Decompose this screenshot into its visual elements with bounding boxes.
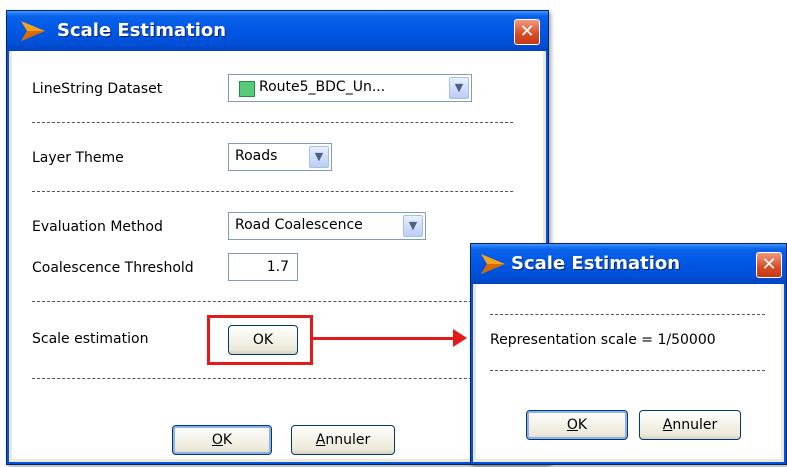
- result-ok-mnemonic: O: [566, 417, 578, 433]
- linestring-dataset-select[interactable]: Route5_BDC_Un... ▼: [228, 74, 472, 102]
- linestring-dataset-value: Route5_BDC_Un...: [259, 79, 386, 95]
- ok-button-mnemonic: O: [211, 432, 223, 448]
- layer-theme-value: Roads: [235, 148, 278, 164]
- highlight-box: [207, 315, 313, 365]
- coalescence-threshold-label: Coalescence Threshold: [32, 260, 194, 276]
- separator-3: [32, 301, 492, 302]
- separator-2: [32, 191, 513, 192]
- cancel-button[interactable]: Annuler: [291, 425, 395, 455]
- representation-scale-text: Representation scale = 1/50000: [490, 332, 716, 348]
- close-icon[interactable]: ✕: [756, 252, 782, 278]
- close-icon[interactable]: ✕: [514, 19, 540, 45]
- result-separator-bottom: [490, 370, 765, 371]
- layer-theme-select[interactable]: Roads ▼: [228, 143, 332, 171]
- cancel-button-label: nnuler: [325, 432, 371, 448]
- highlight-arrow-head: [453, 329, 467, 347]
- dialog-title: Scale Estimation: [57, 20, 227, 41]
- result-dialog-title: Scale Estimation: [511, 253, 681, 274]
- chevron-down-icon[interactable]: ▼: [403, 215, 423, 237]
- result-ok-label: K: [577, 417, 588, 433]
- evaluation-method-label: Evaluation Method: [32, 219, 163, 235]
- ok-button-label: K: [222, 432, 233, 448]
- cancel-button-mnemonic: A: [315, 432, 326, 448]
- chevron-down-icon[interactable]: ▼: [309, 146, 329, 168]
- highlight-arrow-line: [310, 337, 455, 340]
- scale-estimation-dialog: Scale Estimation ✕ LineString Dataset Ro…: [6, 10, 549, 465]
- scale-result-dialog: Scale Estimation ✕ Representation scale …: [470, 243, 787, 465]
- app-logo-icon: [21, 21, 45, 41]
- dataset-color-swatch: [239, 81, 255, 97]
- result-dialog-body: Representation scale = 1/50000 OK Annule…: [476, 284, 781, 459]
- coalescence-threshold-input[interactable]: 1.7: [228, 253, 298, 281]
- evaluation-method-value: Road Coalescence: [235, 217, 363, 233]
- result-cancel-button[interactable]: Annuler: [639, 410, 741, 440]
- result-ok-button[interactable]: OK: [526, 410, 628, 440]
- ok-button[interactable]: OK: [172, 425, 272, 455]
- evaluation-method-select[interactable]: Road Coalescence ▼: [228, 212, 426, 240]
- separator-1: [32, 122, 513, 123]
- result-cancel-mnemonic: A: [662, 417, 673, 433]
- separator-4: [32, 378, 492, 379]
- result-title-bar[interactable]: Scale Estimation ✕: [471, 244, 786, 284]
- result-separator-top: [490, 314, 765, 315]
- layer-theme-label: Layer Theme: [32, 150, 124, 166]
- chevron-down-icon[interactable]: ▼: [449, 77, 469, 99]
- scale-estimation-label: Scale estimation: [32, 331, 149, 347]
- linestring-dataset-label: LineString Dataset: [32, 81, 163, 97]
- app-logo-icon: [481, 254, 505, 274]
- dialog-body: LineString Dataset Route5_BDC_Un... ▼ La…: [12, 51, 543, 459]
- title-bar[interactable]: Scale Estimation ✕: [7, 11, 548, 51]
- result-cancel-label: nnuler: [672, 417, 718, 433]
